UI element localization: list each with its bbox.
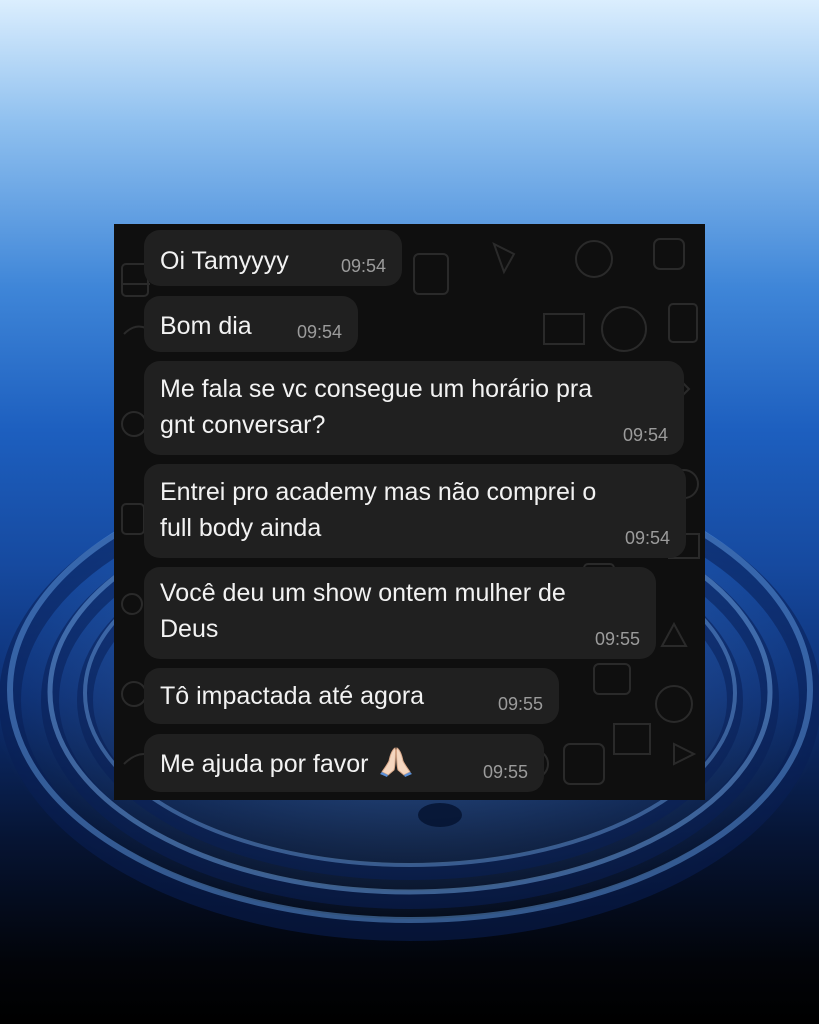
message-bubble[interactable]: Entrei pro academy mas não comprei o ful…	[144, 464, 686, 558]
message-text-line-2: Deus	[160, 615, 219, 643]
message-bubble[interactable]: Me ajuda por favor 09:55	[144, 734, 544, 792]
message-text: Bom dia	[160, 312, 252, 340]
message-timestamp: 09:54	[296, 322, 342, 342]
folded-hands-icon	[380, 747, 413, 777]
message-timestamp: 09:54	[340, 256, 386, 276]
message-text: Tô impactada até agora	[160, 682, 425, 710]
message-timestamp: 09:54	[622, 425, 668, 445]
chat-screenshot: Oi Tamyyyy 09:54 Bom dia 09:54 Me fala s…	[114, 224, 705, 800]
message-bubble[interactable]: Tô impactada até agora 09:55	[144, 668, 559, 724]
message-text: Oi Tamyyyy	[160, 247, 289, 275]
message-text-line-2: gnt conversar?	[160, 411, 326, 439]
message-text-line-2: full body ainda	[160, 514, 322, 542]
message-bubble[interactable]: Você deu um show ontem mulher de Deus 09…	[144, 567, 656, 659]
message-bubble[interactable]: Oi Tamyyyy 09:54	[144, 230, 402, 286]
message-text-line-1: Você deu um show ontem mulher de	[160, 579, 566, 607]
message-bubble[interactable]: Bom dia 09:54	[144, 296, 358, 352]
message-timestamp: 09:55	[482, 762, 528, 782]
message-timestamp: 09:54	[624, 528, 670, 548]
message-text-line-1: Entrei pro academy mas não comprei o	[160, 478, 597, 506]
message-text-row: Me ajuda por favor	[160, 744, 413, 783]
message-timestamp: 09:55	[497, 694, 543, 714]
message-timestamp: 09:55	[594, 629, 640, 649]
message-text: Me ajuda por favor	[160, 750, 369, 778]
message-text-line-1: Me fala se vc consegue um horário pra	[160, 375, 593, 403]
message-bubble[interactable]: Me fala se vc consegue um horário pra gn…	[144, 361, 684, 455]
